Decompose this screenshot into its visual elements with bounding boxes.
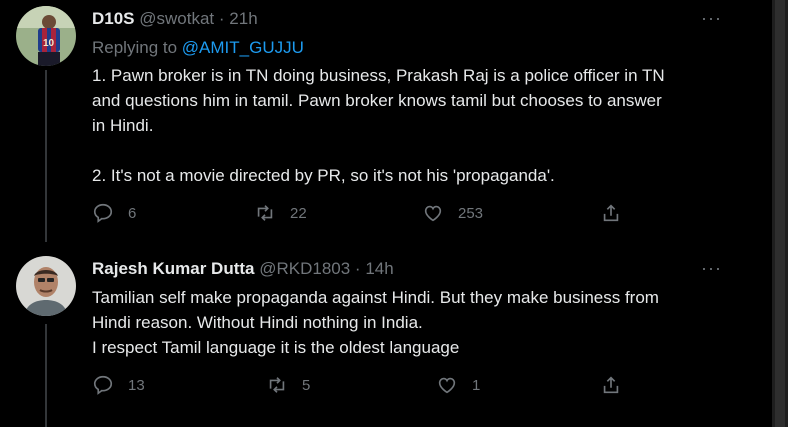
text-line: 2. It's not a movie directed by PR, so i… — [92, 166, 555, 185]
timestamp[interactable]: 21h — [229, 9, 257, 28]
tweet-header: D10S @swotkat · 21h — [92, 9, 258, 29]
reply-icon — [93, 375, 113, 395]
tweet-2[interactable]: Rajesh Kumar Dutta @RKD1803 · 14h ··· Ta… — [0, 242, 772, 427]
action-bar: 6 22 253 — [92, 202, 652, 228]
svg-text:10: 10 — [43, 38, 55, 49]
replying-prefix: Replying to — [92, 38, 178, 57]
avatar[interactable] — [16, 256, 76, 316]
like-count: 253 — [458, 204, 484, 222]
user-handle[interactable]: @RKD1803 — [259, 259, 350, 278]
like-button[interactable]: 253 — [422, 202, 483, 224]
scrollbar[interactable] — [772, 0, 788, 427]
reply-button[interactable]: 13 — [92, 374, 145, 396]
text-line: Tamilian self make propaganda against Hi… — [92, 288, 659, 307]
like-count: 1 — [472, 376, 481, 394]
text-line: 1. Pawn broker is in TN doing business, … — [92, 66, 665, 85]
retweet-icon — [269, 377, 285, 393]
avatar[interactable]: 10 — [16, 6, 76, 66]
like-button[interactable]: 1 — [436, 374, 480, 396]
like-icon — [424, 205, 442, 222]
reply-button[interactable]: 6 — [92, 202, 136, 224]
more-icon[interactable]: ··· — [701, 258, 722, 279]
tweet-1[interactable]: 10 D10S @swotkat · 21h ··· Replying to @… — [0, 0, 772, 242]
thread-line — [45, 70, 47, 242]
like-icon — [438, 377, 456, 394]
tweet-header: Rajesh Kumar Dutta @RKD1803 · 14h — [92, 259, 394, 279]
timeline: 10 D10S @swotkat · 21h ··· Replying to @… — [0, 0, 772, 427]
retweet-icon — [257, 205, 273, 221]
retweet-count: 5 — [302, 376, 311, 394]
text-line: I respect Tamil language it is the oldes… — [92, 338, 460, 357]
share-button[interactable] — [600, 202, 636, 224]
text-line: in Hindi. — [92, 116, 154, 135]
user-handle[interactable]: @swotkat — [139, 9, 214, 28]
retweet-button[interactable]: 5 — [266, 374, 310, 396]
tweet-text: 1. Pawn broker is in TN doing business, … — [92, 63, 732, 188]
thread-line — [45, 324, 47, 427]
reply-count: 13 — [128, 376, 145, 394]
more-icon[interactable]: ··· — [701, 8, 722, 29]
replying-to: Replying to @AMIT_GUJJU — [92, 38, 304, 58]
share-icon — [603, 204, 619, 222]
text-line: and questions him in tamil. Pawn broker … — [92, 91, 662, 110]
share-button[interactable] — [600, 374, 636, 396]
retweet-button[interactable]: 22 — [254, 202, 307, 224]
display-name[interactable]: D10S — [92, 9, 135, 28]
separator-dot: · — [354, 259, 361, 278]
mention-link[interactable]: @AMIT_GUJJU — [182, 38, 304, 57]
reply-count: 6 — [128, 204, 137, 222]
tweet-text: Tamilian self make propaganda against Hi… — [92, 285, 732, 360]
display-name[interactable]: Rajesh Kumar Dutta — [92, 259, 254, 278]
text-line: Hindi reason. Without Hindi nothing in I… — [92, 313, 423, 332]
action-bar: 13 5 1 — [92, 374, 652, 400]
retweet-count: 22 — [290, 204, 307, 222]
share-icon — [603, 376, 619, 394]
reply-icon — [93, 203, 113, 223]
scrollbar-thumb[interactable] — [775, 0, 785, 427]
separator-dot: · — [218, 9, 225, 28]
timestamp[interactable]: 14h — [365, 259, 393, 278]
